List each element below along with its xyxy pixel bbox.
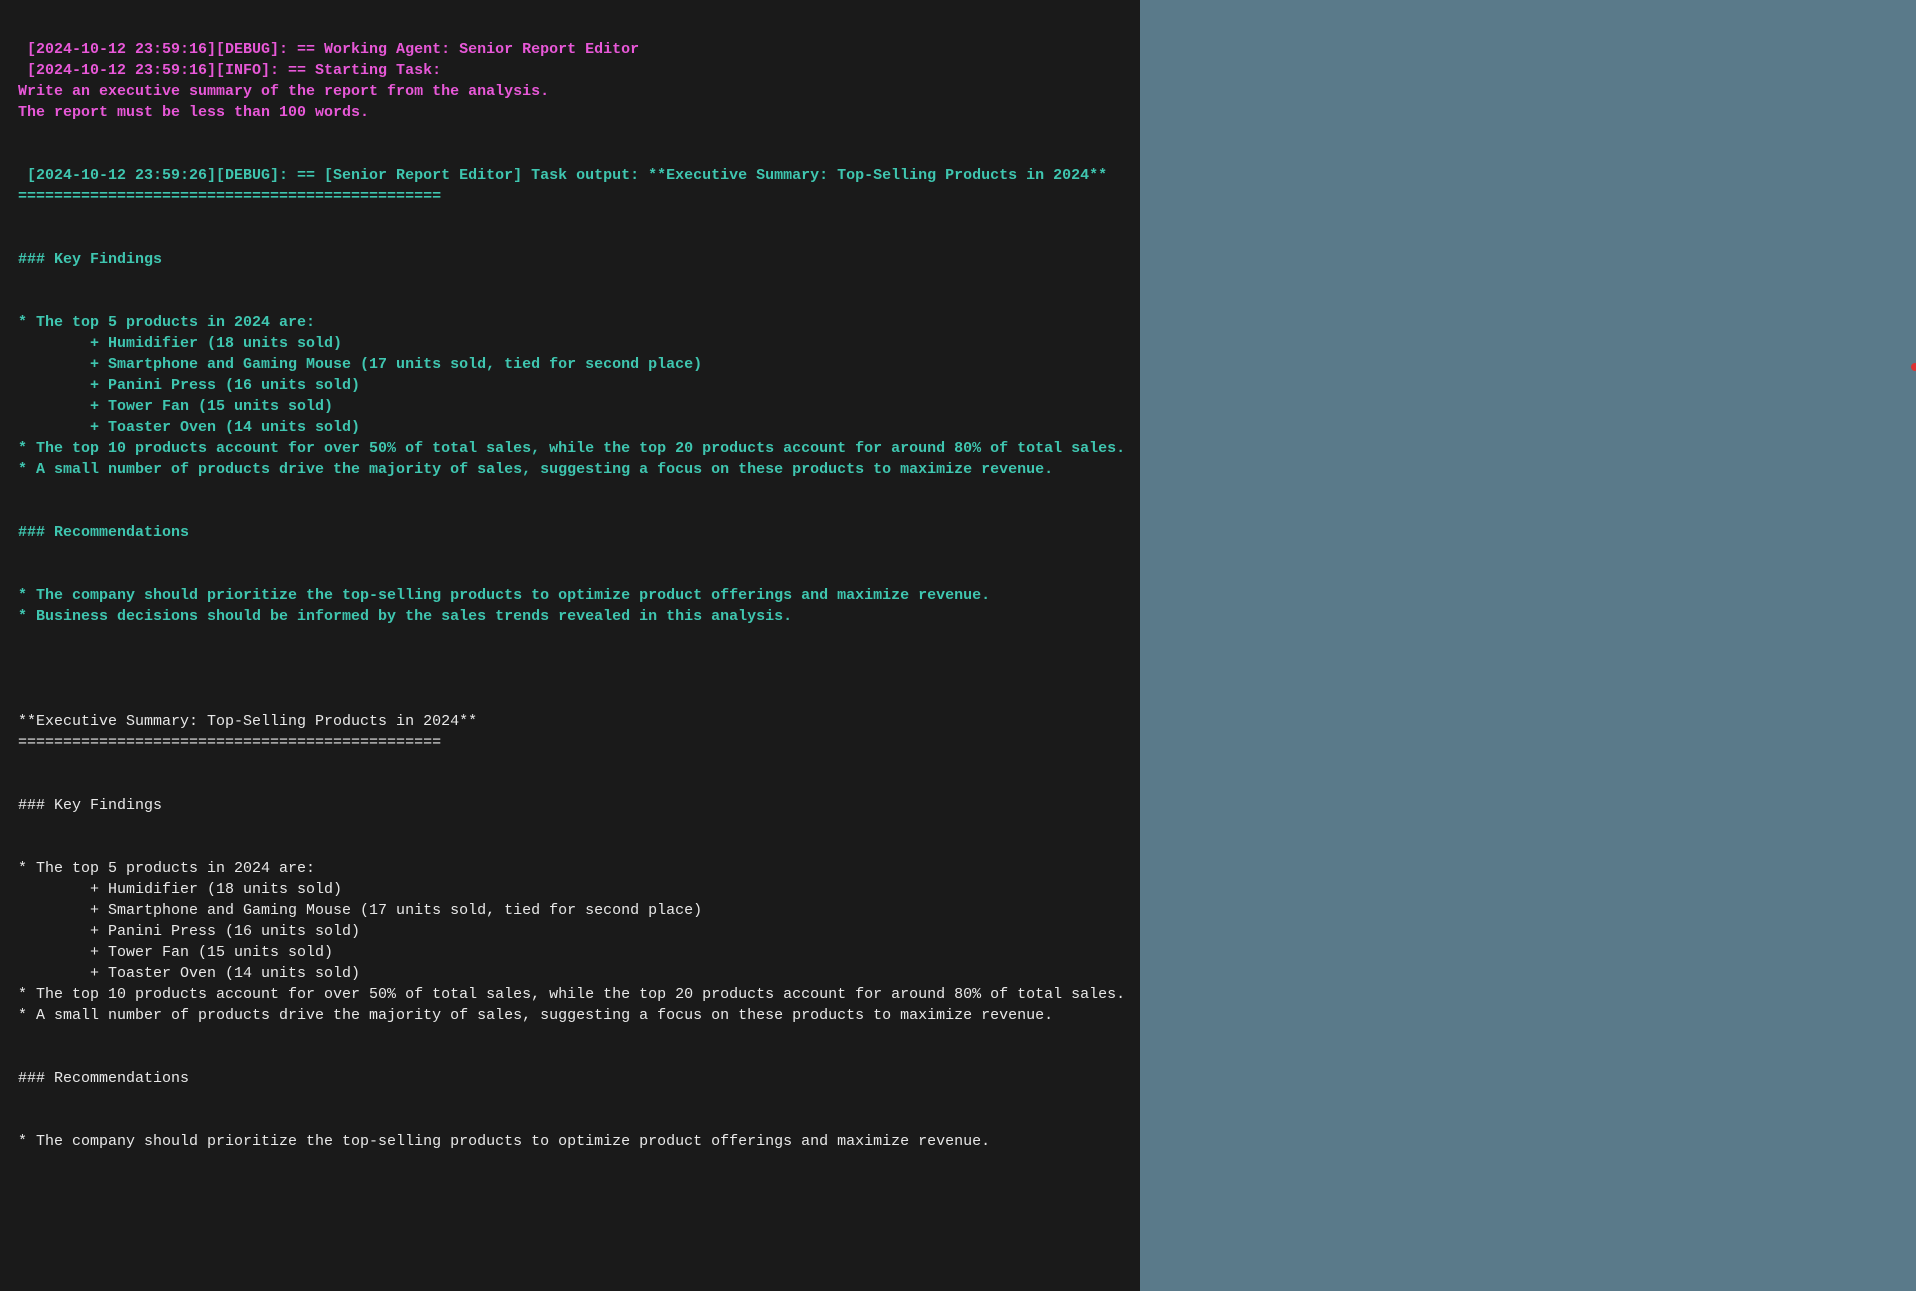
summary-title: **Executive Summary: Top-Selling Product… xyxy=(18,713,477,730)
log-debug-line: [2024-10-12 23:59:16][DEBUG]: == Working… xyxy=(18,41,639,58)
task-output-header: [2024-10-12 23:59:26][DEBUG]: == [Senior… xyxy=(18,167,1107,184)
separator-line: ========================================… xyxy=(18,734,441,751)
blank-line xyxy=(18,543,1122,564)
blank-line xyxy=(18,123,1122,144)
product-item: + Smartphone and Gaming Mouse (17 units … xyxy=(18,902,702,919)
blank-line xyxy=(18,753,1122,774)
top-products-intro: * The top 5 products in 2024 are: xyxy=(18,860,315,877)
blank-line xyxy=(18,816,1122,837)
key-findings-heading: ### Key Findings xyxy=(18,797,162,814)
recommendations-heading: ### Recommendations xyxy=(18,524,189,541)
product-item: + Panini Press (16 units sold) xyxy=(18,923,360,940)
terminal-output[interactable]: [2024-10-12 23:59:16][DEBUG]: == Working… xyxy=(0,0,1140,1291)
blank-line xyxy=(18,270,1122,291)
separator-line: ========================================… xyxy=(18,188,441,205)
finding-item: * A small number of products drive the m… xyxy=(18,1007,1053,1024)
product-item: + Humidifier (18 units sold) xyxy=(18,335,342,352)
product-item: + Smartphone and Gaming Mouse (17 units … xyxy=(18,356,702,373)
product-item: + Toaster Oven (14 units sold) xyxy=(18,419,360,436)
side-panel xyxy=(1140,0,1916,1291)
log-info-line: [2024-10-12 23:59:16][INFO]: == Starting… xyxy=(18,62,441,79)
product-item: + Toaster Oven (14 units sold) xyxy=(18,965,360,982)
product-item: + Tower Fan (15 units sold) xyxy=(18,398,333,415)
recommendation-item: * The company should prioritize the top-… xyxy=(18,587,990,604)
recommendation-item: * Business decisions should be informed … xyxy=(18,608,792,625)
task-constraint-line: The report must be less than 100 words. xyxy=(18,104,369,121)
product-item: + Panini Press (16 units sold) xyxy=(18,377,360,394)
blank-line xyxy=(18,207,1122,228)
breakpoint-indicator-icon[interactable] xyxy=(1911,363,1916,371)
blank-line xyxy=(18,1089,1122,1110)
blank-line xyxy=(18,627,1122,648)
top-products-intro: * The top 5 products in 2024 are: xyxy=(18,314,315,331)
recommendation-item: * The company should prioritize the top-… xyxy=(18,1133,990,1150)
blank-line xyxy=(18,669,1122,690)
finding-item: * The top 10 products account for over 5… xyxy=(18,440,1125,457)
product-item: + Humidifier (18 units sold) xyxy=(18,881,342,898)
key-findings-heading: ### Key Findings xyxy=(18,251,162,268)
blank-line xyxy=(18,480,1122,501)
finding-item: * The top 10 products account for over 5… xyxy=(18,986,1125,1003)
finding-item: * A small number of products drive the m… xyxy=(18,461,1053,478)
recommendations-heading: ### Recommendations xyxy=(18,1070,189,1087)
blank-line xyxy=(18,1026,1122,1047)
product-item: + Tower Fan (15 units sold) xyxy=(18,944,333,961)
task-description-line: Write an executive summary of the report… xyxy=(18,83,549,100)
